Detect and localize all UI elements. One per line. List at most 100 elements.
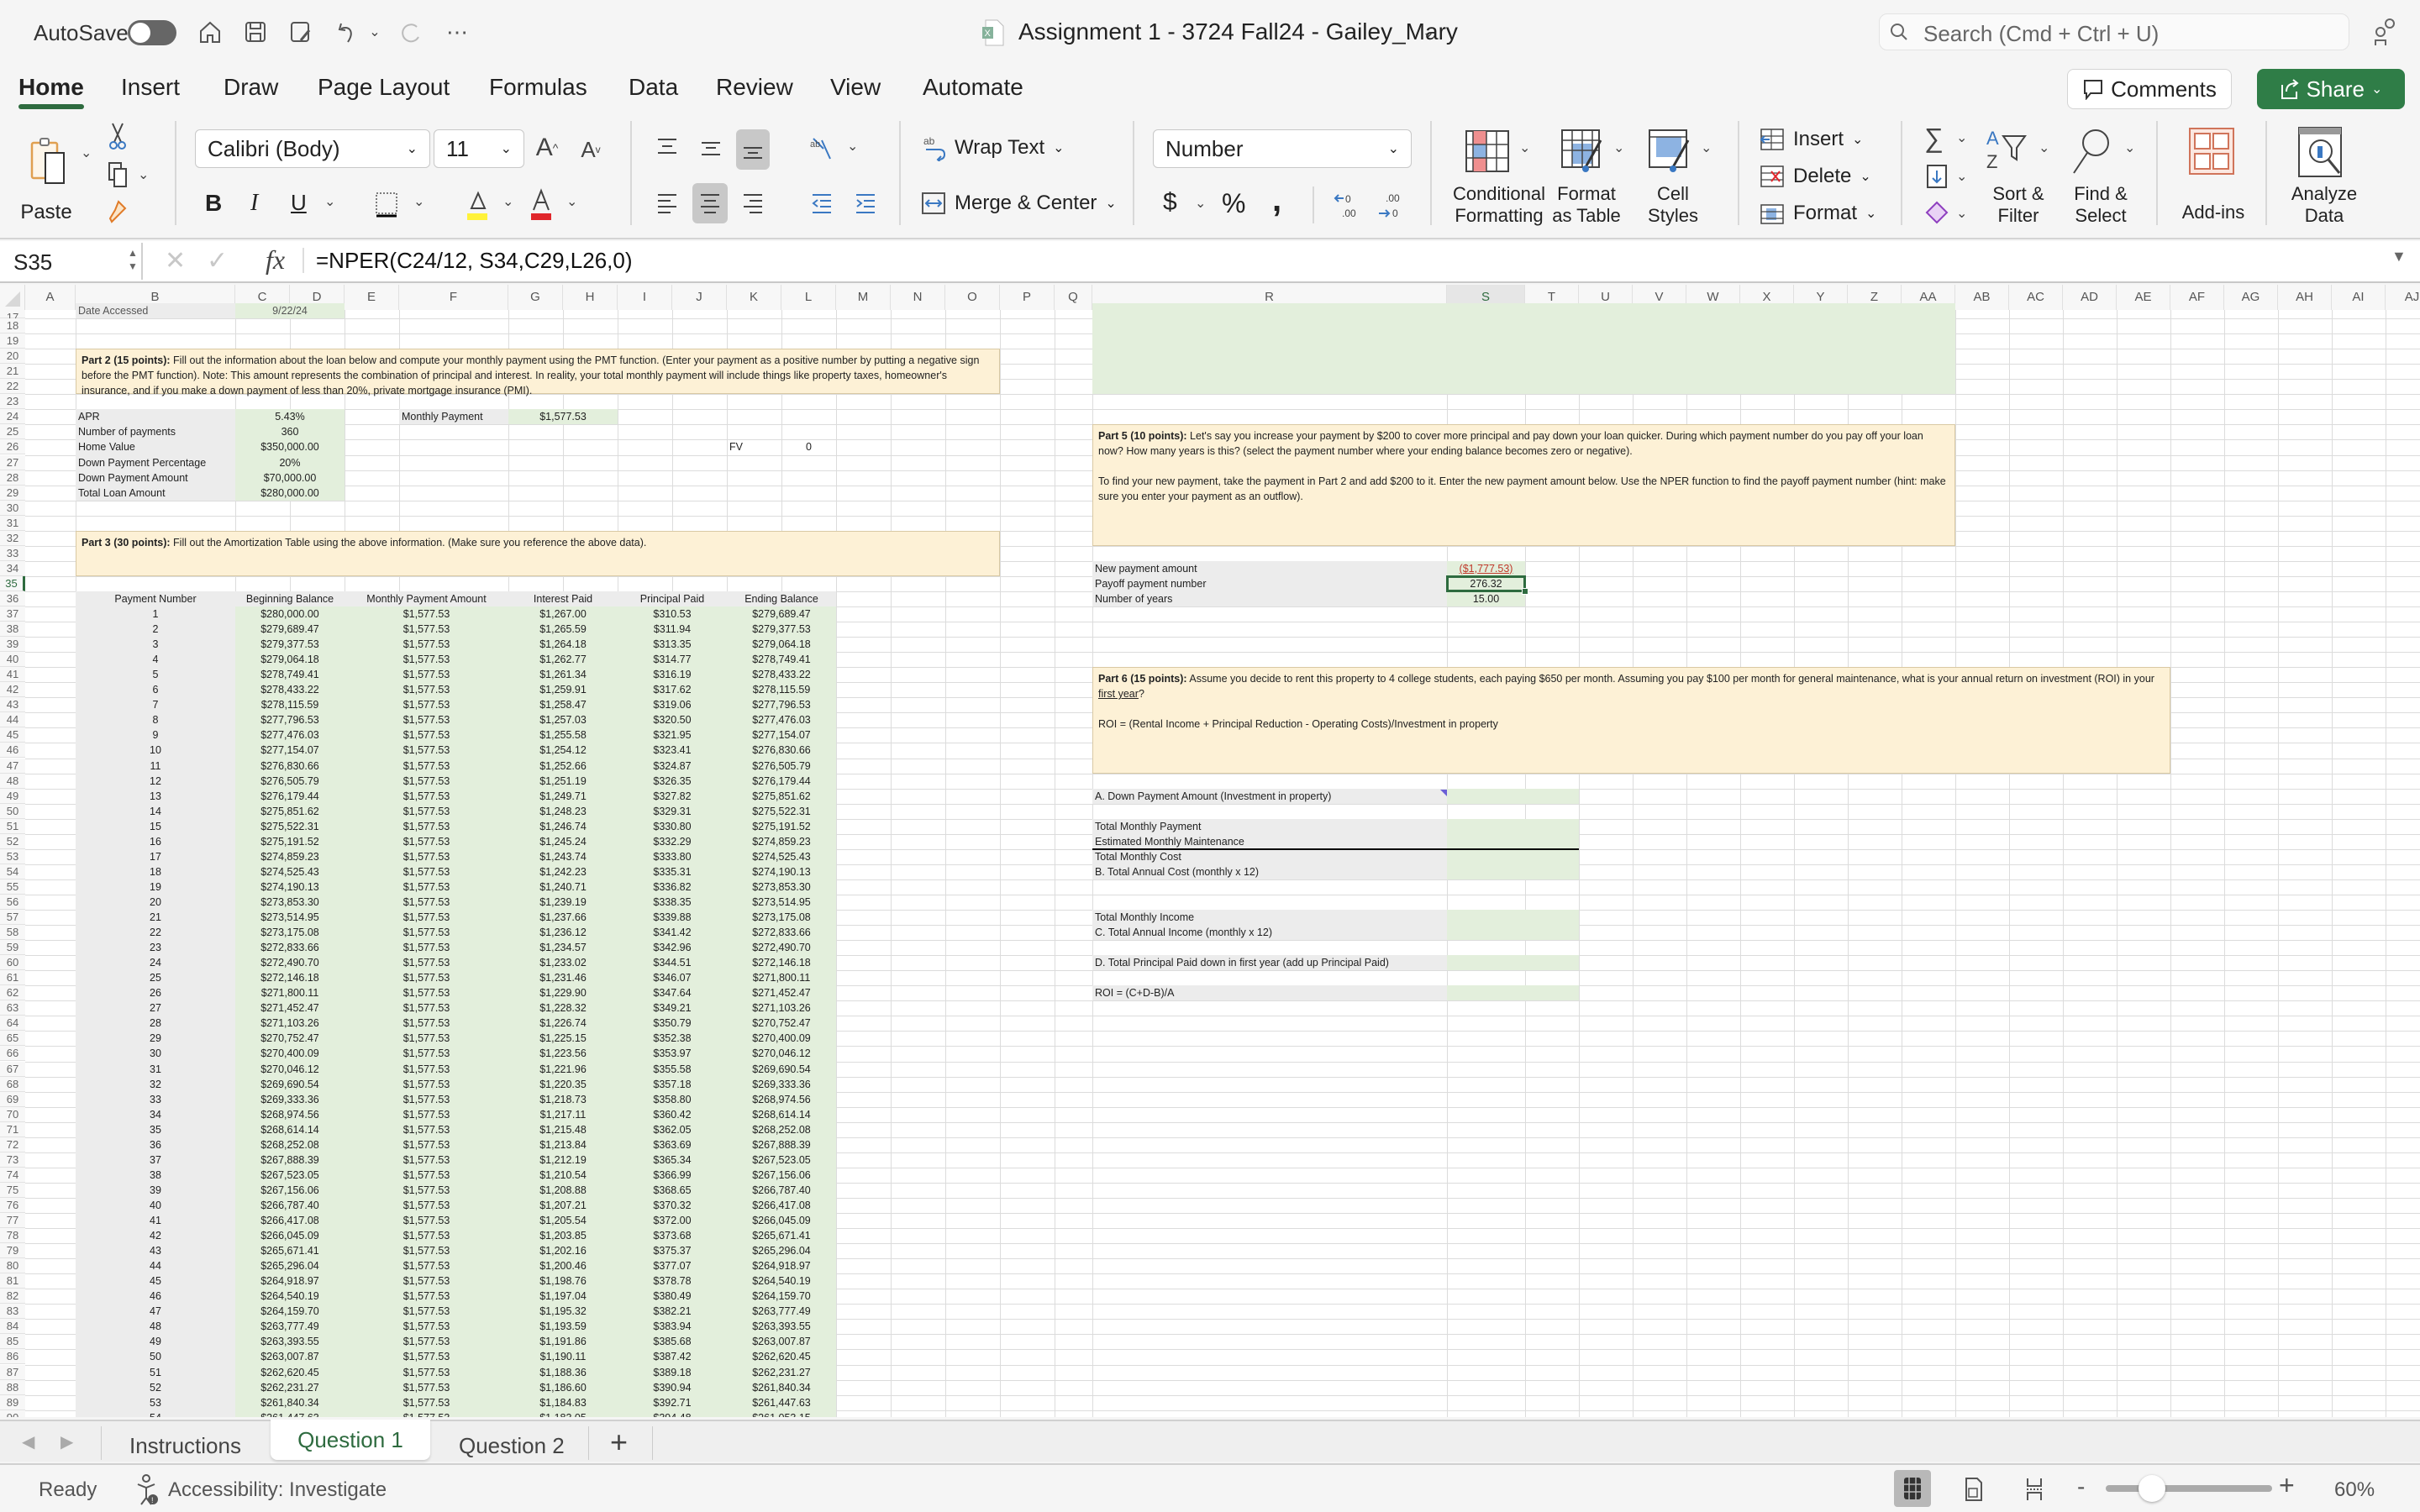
amortization-cell[interactable]: $1,577.53 (347, 637, 506, 652)
amortization-cell[interactable]: $266,787.40 (729, 1183, 834, 1198)
amortization-cell[interactable]: 21 (78, 910, 233, 925)
row-header-70[interactable]: 70 (0, 1106, 25, 1122)
amortization-cell[interactable]: 18 (78, 864, 233, 879)
row-header-63[interactable]: 63 (0, 1000, 25, 1016)
amortization-cell[interactable]: $278,433.22 (729, 667, 834, 682)
row-header-34[interactable]: 34 (0, 560, 25, 576)
insert-function-icon[interactable]: fx (266, 244, 285, 276)
currency-dropdown-icon[interactable]: ⌄ (1195, 195, 1206, 212)
name-box[interactable]: S35 ▲ ▼ (0, 243, 143, 280)
amortization-cell[interactable]: 1 (78, 606, 233, 622)
amortization-cell[interactable]: $365.34 (620, 1152, 724, 1168)
amortization-cell[interactable]: $1,577.53 (347, 1000, 506, 1016)
title-chevron-down-icon[interactable]: ⌄ (1420, 22, 1437, 42)
format-as-table-button[interactable]: ⌄ Format as Table (1552, 126, 1637, 227)
column-header-aj[interactable]: AJ (2386, 285, 2420, 310)
zoom-in-button[interactable]: + (2279, 1470, 2295, 1501)
amortization-cell[interactable]: $1,205.54 (511, 1213, 615, 1228)
column-header-p[interactable]: P (1000, 285, 1055, 310)
amortization-cell[interactable]: $263,007.87 (238, 1349, 342, 1364)
row-header-58[interactable]: 58 (0, 925, 25, 941)
amortization-cell[interactable]: 23 (78, 940, 233, 955)
amortization-cell[interactable]: $319.06 (620, 697, 724, 712)
amortization-cell[interactable]: $275,522.31 (238, 819, 342, 834)
column-header-h[interactable]: H (563, 285, 618, 310)
conditional-formatting-button[interactable]: ⌄ Conditional Formatting (1449, 126, 1549, 227)
amortization-cell[interactable]: $310.53 (620, 606, 724, 622)
merge-center-button[interactable]: Merge & Center ⌄ (921, 185, 1117, 222)
amortization-cell[interactable]: $1,577.53 (347, 804, 506, 819)
amortization-cell[interactable]: $1,186.60 (511, 1380, 615, 1395)
amortization-cell[interactable]: $277,154.07 (729, 727, 834, 743)
amortization-cell[interactable]: $394.48 (620, 1410, 724, 1417)
amortization-cell[interactable]: $330.80 (620, 819, 724, 834)
part6-value[interactable] (1449, 910, 1576, 925)
amortization-cell[interactable]: $332.29 (620, 834, 724, 849)
row-header-71[interactable]: 71 (0, 1121, 25, 1137)
amortization-cell[interactable]: $277,476.03 (238, 727, 342, 743)
amortization-cell[interactable]: $266,787.40 (238, 1198, 342, 1213)
amortization-cell[interactable]: $1,258.47 (511, 697, 615, 712)
amortization-cell[interactable]: $1,577.53 (347, 1410, 506, 1417)
row-header-51[interactable]: 51 (0, 818, 25, 834)
amortization-cell[interactable]: $272,490.70 (729, 940, 834, 955)
row-header-17[interactable]: 17 (0, 310, 25, 323)
scroll-tabs-right-icon[interactable]: ▶ (60, 1431, 73, 1452)
amortization-cell[interactable]: $274,190.13 (238, 879, 342, 895)
amortization-cell[interactable]: $1,577.53 (347, 1046, 506, 1061)
amortization-cell[interactable]: $268,614.14 (238, 1122, 342, 1137)
amortization-cell[interactable]: $271,103.26 (238, 1016, 342, 1031)
amortization-cell[interactable]: 3 (78, 637, 233, 652)
column-header-ae[interactable]: AE (2117, 285, 2170, 310)
row-header-32[interactable]: 32 (0, 530, 25, 546)
part2-instructions[interactable]: Part 2 (15 points): Fill out the informa… (76, 349, 1000, 396)
expand-formula-bar-icon[interactable]: ▼ (2391, 248, 2407, 265)
column-header-q[interactable]: Q (1055, 285, 1092, 310)
amortization-cell[interactable]: $372.00 (620, 1213, 724, 1228)
increase-decimal-icon[interactable]: 0.00 (1331, 186, 1365, 223)
increase-indent-icon[interactable] (850, 186, 881, 220)
copy-icon[interactable] (104, 158, 131, 192)
loan-input-label[interactable]: Down Payment Amount (78, 470, 233, 486)
row-header-25[interactable]: 25 (0, 424, 25, 440)
amortization-cell[interactable]: $1,577.53 (347, 1228, 506, 1243)
amortization-cell[interactable]: $264,159.70 (238, 1304, 342, 1319)
amortization-cell[interactable]: $261,447.63 (729, 1395, 834, 1410)
amortization-cell[interactable]: $1,577.53 (347, 1319, 506, 1334)
align-left-icon[interactable] (652, 186, 682, 220)
amortization-cell[interactable]: $333.80 (620, 849, 724, 864)
row-header-61[interactable]: 61 (0, 970, 25, 986)
amortization-cell[interactable]: $1,577.53 (347, 1198, 506, 1213)
amortization-cell[interactable]: $1,233.02 (511, 955, 615, 970)
amortization-cell[interactable]: $360.42 (620, 1107, 724, 1122)
loan-input-value[interactable]: $350,000.00 (238, 439, 342, 454)
amortization-cell[interactable]: 24 (78, 955, 233, 970)
amortization-cell[interactable]: $261,053.15 (729, 1410, 834, 1417)
amortization-cell[interactable]: $1,577.53 (347, 1183, 506, 1198)
amortization-cell[interactable]: $277,476.03 (729, 712, 834, 727)
amortization-cell[interactable]: $267,156.06 (729, 1168, 834, 1183)
accessibility-status[interactable]: Accessibility: Investigate (168, 1478, 387, 1502)
amortization-cell[interactable]: $346.07 (620, 970, 724, 985)
column-header-f[interactable]: F (399, 285, 508, 310)
amortization-cell[interactable]: 20 (78, 895, 233, 910)
row-header-83[interactable]: 83 (0, 1304, 25, 1320)
amortization-cell[interactable]: $277,796.53 (238, 712, 342, 727)
row-header-74[interactable]: 74 (0, 1167, 25, 1183)
amortization-cell[interactable]: $1,577.53 (347, 774, 506, 789)
amortization-cell[interactable]: $267,156.06 (238, 1183, 342, 1198)
part6-value[interactable] (1449, 955, 1576, 970)
decrease-indent-icon[interactable] (807, 186, 837, 220)
amortization-cell[interactable]: $271,800.11 (729, 970, 834, 985)
amortization-cell[interactable]: $1,213.84 (511, 1137, 615, 1152)
date-accessed-label[interactable]: Date Accessed (78, 303, 233, 318)
amortization-cell[interactable]: $278,115.59 (238, 697, 342, 712)
comment-indicator-icon[interactable] (1440, 789, 1447, 796)
amortization-cell[interactable]: $272,833.66 (729, 925, 834, 940)
row-header-67[interactable]: 67 (0, 1061, 25, 1077)
amortization-cell[interactable]: $1,261.34 (511, 667, 615, 682)
name-box-stepper-icon[interactable]: ▲ ▼ (128, 246, 138, 273)
amortization-cell[interactable]: $271,452.47 (729, 985, 834, 1000)
row-header-53[interactable]: 53 (0, 848, 25, 864)
amortization-cell[interactable]: $263,393.55 (729, 1319, 834, 1334)
